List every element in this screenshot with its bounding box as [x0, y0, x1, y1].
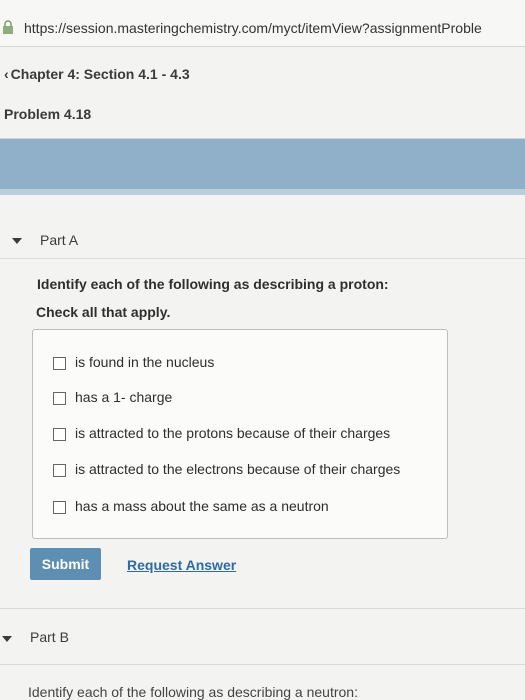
problem-banner-edge: [0, 189, 525, 195]
checkbox[interactable]: [53, 501, 66, 514]
part-a-divider: [0, 258, 525, 259]
option-label: is attracted to the protons because of t…: [75, 425, 391, 441]
problem-title: Problem 4.18: [4, 106, 92, 122]
part-b-top-divider: [0, 608, 525, 609]
problem-banner: [0, 139, 525, 189]
submit-button[interactable]: Submit: [30, 548, 101, 580]
lock-icon: [3, 20, 13, 34]
url-text[interactable]: https://session.masteringchemistry.com/m…: [24, 20, 482, 36]
checkbox[interactable]: [53, 464, 66, 477]
option-label: is found in the nucleus: [75, 354, 215, 370]
option-label: is attracted to the electrons because of…: [75, 461, 401, 477]
request-answer-link[interactable]: Request Answer: [127, 557, 236, 573]
part-b-question-text: Identify each of the following as descri…: [28, 684, 358, 700]
breadcrumb-label: Chapter 4: Section 4.1 - 4.3: [10, 66, 190, 82]
caret-down-icon[interactable]: [2, 636, 12, 642]
checkbox[interactable]: [53, 392, 66, 405]
browser-url-bar[interactable]: https://session.masteringchemistry.com/m…: [0, 0, 525, 47]
option-label: has a 1- charge: [75, 389, 173, 405]
part-a-title[interactable]: Part A: [40, 232, 78, 248]
options-panel: is found in the nucleus has a 1- charge …: [32, 329, 448, 539]
option-label: has a mass about the same as a neutron: [75, 498, 329, 514]
caret-down-icon[interactable]: [12, 238, 22, 244]
breadcrumb-back-link[interactable]: ‹ Chapter 4: Section 4.1 - 4.3: [4, 66, 190, 82]
part-b-divider: [0, 664, 525, 665]
checkbox[interactable]: [53, 357, 66, 370]
instruction-text: Check all that apply.: [36, 304, 171, 320]
question-text: Identify each of the following as descri…: [37, 276, 389, 292]
chevron-left-icon: ‹: [4, 66, 9, 82]
part-b-title[interactable]: Part B: [30, 629, 69, 645]
checkbox[interactable]: [53, 428, 66, 441]
